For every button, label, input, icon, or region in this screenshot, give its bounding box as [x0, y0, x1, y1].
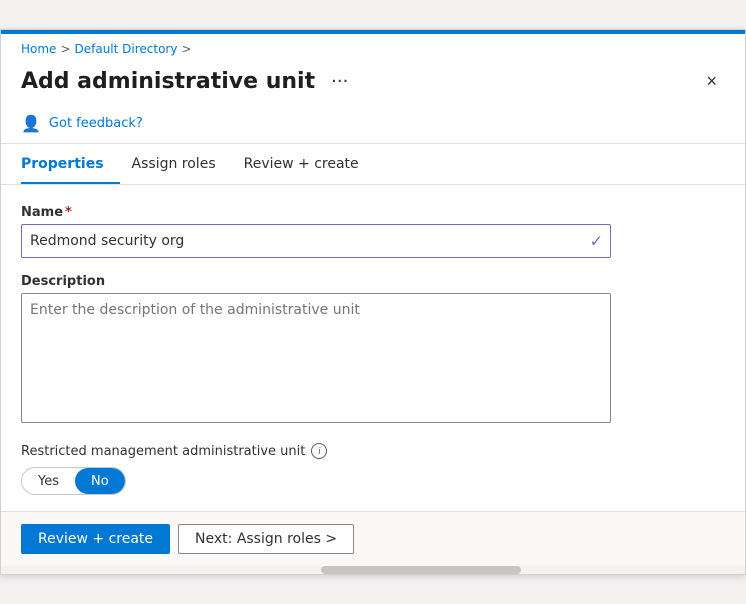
dialog-header: Add administrative unit ··· × [1, 60, 745, 106]
header-left: Add administrative unit ··· [21, 69, 354, 94]
yes-button[interactable]: Yes [22, 468, 75, 494]
tab-review-create[interactable]: Review + create [244, 144, 375, 184]
feedback-icon: 👤 [21, 114, 41, 133]
breadcrumb-separator-1: > [60, 42, 70, 56]
info-icon[interactable]: i [311, 443, 327, 459]
name-field-group: Name* ✓ [21, 205, 725, 258]
tab-assign-roles[interactable]: Assign roles [132, 144, 232, 184]
breadcrumb-home[interactable]: Home [21, 42, 56, 56]
feedback-label: Got feedback? [49, 116, 143, 131]
no-button[interactable]: No [75, 468, 125, 494]
restricted-label-row: Restricted management administrative uni… [21, 443, 725, 459]
scrollbar-thumb[interactable] [321, 566, 521, 574]
description-field-group: Description [21, 274, 725, 427]
name-input[interactable] [21, 224, 611, 258]
required-star: * [65, 205, 72, 220]
close-button[interactable]: × [698, 68, 725, 94]
tab-properties[interactable]: Properties [21, 144, 120, 184]
review-create-button[interactable]: Review + create [21, 524, 170, 554]
horizontal-scrollbar[interactable] [1, 566, 745, 574]
next-assign-roles-button[interactable]: Next: Assign roles > [178, 524, 354, 554]
description-input[interactable] [21, 293, 611, 423]
breadcrumb-separator-2: > [181, 42, 191, 56]
tab-bar: Properties Assign roles Review + create [1, 144, 745, 185]
dialog-window: Home > Default Directory > Add administr… [0, 29, 746, 575]
restricted-label: Restricted management administrative uni… [21, 444, 305, 459]
restricted-section: Restricted management administrative uni… [21, 443, 725, 495]
yes-no-toggle: Yes No [21, 467, 126, 495]
form-content: Name* ✓ Description Restricted managemen… [1, 185, 745, 511]
check-icon: ✓ [590, 232, 603, 251]
more-options-button[interactable]: ··· [325, 69, 354, 94]
name-input-wrapper: ✓ [21, 224, 611, 258]
breadcrumb: Home > Default Directory > [1, 34, 745, 60]
description-textarea-wrapper [21, 293, 611, 427]
name-label: Name* [21, 205, 725, 220]
feedback-bar[interactable]: 👤 Got feedback? [1, 106, 745, 144]
footer: Review + create Next: Assign roles > [1, 511, 745, 566]
description-label: Description [21, 274, 725, 289]
breadcrumb-directory[interactable]: Default Directory [75, 42, 178, 56]
page-title: Add administrative unit [21, 69, 315, 94]
